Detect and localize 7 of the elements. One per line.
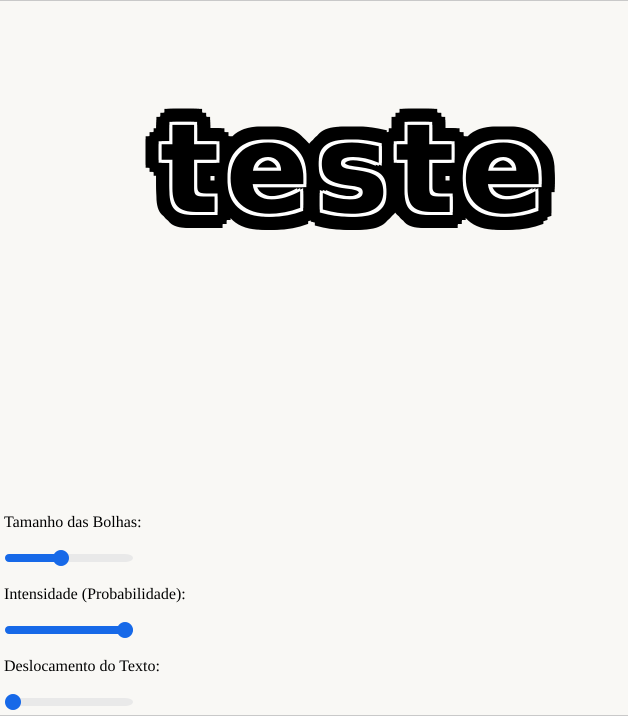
slider-thumb[interactable] [53, 550, 70, 566]
slider-thumb[interactable] [5, 694, 21, 710]
slider-label: Tamanho das Bolhas: [4, 514, 142, 532]
slider-track[interactable] [5, 622, 133, 638]
slider-thumb[interactable] [117, 622, 133, 638]
slider-label: Intensidade (Probabilidade): [4, 586, 186, 604]
slider-label: Deslocamento do Texto: [4, 658, 160, 676]
